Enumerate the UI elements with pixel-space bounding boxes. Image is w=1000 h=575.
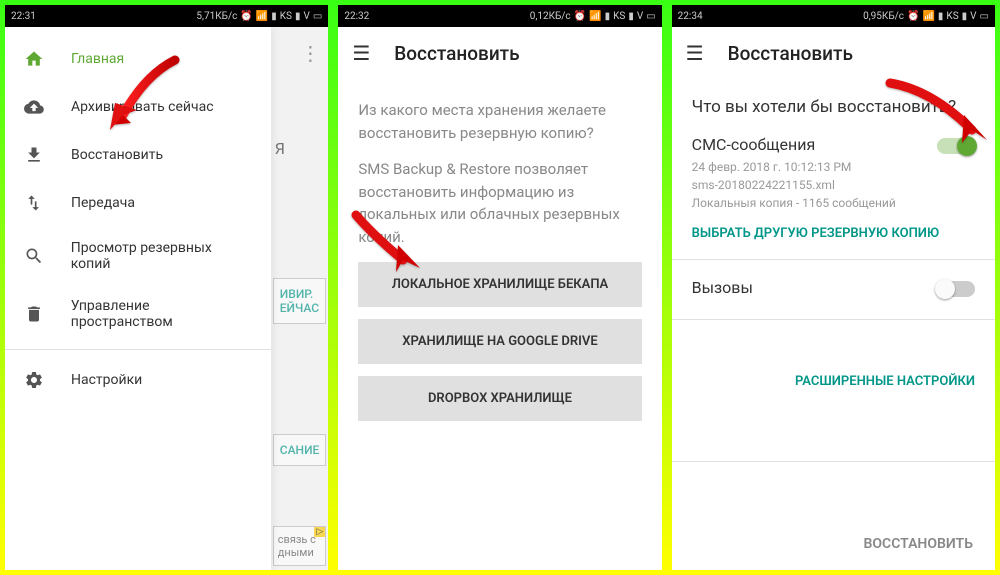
app-bar: ☰ Восстановить <box>672 27 995 79</box>
hamburger-icon[interactable]: ☰ <box>352 41 370 65</box>
signal2-icon: ▮ <box>295 11 301 22</box>
status-v: V <box>637 11 643 22</box>
page-title: Восстановить <box>728 42 853 65</box>
drawer-label: Архивировать сейчас <box>71 99 214 115</box>
advanced-settings-link[interactable]: РАСШИРЕННЫЕ НАСТРОЙКИ <box>795 374 975 389</box>
status-bar: 22:32 0,12КБ/с ⏰ 📶 ▮ KS ▮ V ▭ <box>338 5 661 27</box>
status-right: 0,95КБ/с ⏰ 📶 ▮ KS ▮ V ▭ <box>863 11 989 22</box>
wifi-icon: 📶 <box>589 11 601 22</box>
drawer-label: Главная <box>71 51 124 67</box>
screen-drawer: 22:31 5,71КБ/с ⏰ 📶 ▮ KS ▮ V ▭ Главная Ар… <box>0 0 333 575</box>
content: Из какого места хранения желаете восстан… <box>338 79 661 570</box>
restore-button[interactable]: ВОССТАНОВИТЬ <box>864 536 973 552</box>
signal-icon: ▮ <box>271 11 277 22</box>
status-carrier: KS <box>613 11 625 22</box>
drawer-item-home[interactable]: Главная <box>5 35 271 83</box>
drawer-backdrop: ⋮ Я ИВИР. ЕЙЧАС САНИЕ связь с дными ▷ <box>271 27 329 570</box>
sms-info: Локальныя копия - 1165 сообщений <box>692 194 937 212</box>
sms-title: СМС-сообщения <box>692 135 937 154</box>
prompt-text-2: SMS Backup & Restore позволяет восстанов… <box>358 158 641 248</box>
status-time: 22:34 <box>678 11 703 22</box>
status-speed: 5,71КБ/с <box>196 11 237 22</box>
drawer-item-restore[interactable]: Восстановить <box>5 131 271 179</box>
drawer-item-manage[interactable]: Управление пространством <box>5 285 271 343</box>
ad-close-icon[interactable]: ▷ <box>314 527 325 537</box>
status-carrier: KS <box>280 11 292 22</box>
status-bar: 22:34 0,95КБ/с ⏰ 📶 ▮ KS ▮ V ▭ <box>672 5 995 27</box>
hamburger-icon[interactable]: ☰ <box>686 41 704 65</box>
backdrop-card2: САНИЕ <box>273 434 327 466</box>
drawer-divider <box>5 349 271 350</box>
battery-icon: ▭ <box>646 11 655 22</box>
home-icon <box>23 48 45 70</box>
status-right: 5,71КБ/с ⏰ 📶 ▮ KS ▮ V ▭ <box>196 11 322 22</box>
prompt-text-1: Из какого места хранения желаете восстан… <box>358 99 641 144</box>
calls-row[interactable]: Вызовы <box>692 278 975 301</box>
calls-title: Вызовы <box>692 278 937 297</box>
battery-icon: ▭ <box>313 11 322 22</box>
screen-restore-select: 22:34 0,95КБ/с ⏰ 📶 ▮ KS ▮ V ▭ ☰ Восстано… <box>667 0 1000 575</box>
local-storage-button[interactable]: ЛОКАЛЬНОЕ ХРАНИЛИЩЕ БЕКАПА <box>358 262 641 307</box>
drawer-label: Настройки <box>71 372 142 388</box>
status-carrier: KS <box>946 11 958 22</box>
sms-file: sms-20180224221155.xml <box>692 176 937 194</box>
status-speed: 0,95КБ/с <box>863 11 904 22</box>
drawer-label: Просмотр резервных копий <box>71 240 253 272</box>
divider <box>672 461 995 462</box>
alarm-icon: ⏰ <box>907 11 919 22</box>
transfer-icon <box>23 192 45 214</box>
trash-icon <box>23 303 45 325</box>
signal2-icon: ▮ <box>628 11 634 22</box>
wifi-icon: 📶 <box>256 11 268 22</box>
app-bar: ☰ Восстановить <box>338 27 661 79</box>
status-v: V <box>970 11 976 22</box>
signal-icon: ▮ <box>938 11 944 22</box>
status-time: 22:32 <box>344 11 369 22</box>
drawer-item-transfer[interactable]: Передача <box>5 179 271 227</box>
backdrop-text: Я <box>271 79 329 158</box>
status-time: 22:31 <box>11 11 36 22</box>
google-drive-button[interactable]: ХРАНИЛИЩЕ НА GOOGLE DRIVE <box>358 319 641 364</box>
backdrop-card: ИВИР. ЕЙЧАС <box>273 278 327 324</box>
screen-restore-source: 22:32 0,12КБ/с ⏰ 📶 ▮ KS ▮ V ▭ ☰ Восстано… <box>333 0 666 575</box>
backdrop-ad: связь с дными ▷ <box>273 526 327 566</box>
dropbox-button[interactable]: DROPBOX ХРАНИЛИЩЕ <box>358 376 641 421</box>
search-icon <box>23 245 45 267</box>
sms-toggle[interactable] <box>937 138 975 154</box>
question-text: Что вы хотели бы восстановить? <box>692 97 975 117</box>
drawer-label: Передача <box>71 195 135 211</box>
cloud-upload-icon <box>23 96 45 118</box>
download-icon <box>23 144 45 166</box>
alarm-icon: ⏰ <box>574 11 586 22</box>
wifi-icon: 📶 <box>922 11 934 22</box>
battery-icon: ▭ <box>980 11 989 22</box>
page-title: Восстановить <box>394 42 519 65</box>
drawer-item-view[interactable]: Просмотр резервных копий <box>5 227 271 285</box>
status-right: 0,12КБ/с ⏰ 📶 ▮ KS ▮ V ▭ <box>530 11 656 22</box>
more-icon[interactable]: ⋮ <box>300 41 320 65</box>
drawer-item-settings[interactable]: Настройки <box>5 356 271 404</box>
calls-toggle[interactable] <box>937 281 975 297</box>
navigation-drawer[interactable]: Главная Архивировать сейчас Восстановить… <box>5 27 271 570</box>
alarm-icon: ⏰ <box>240 11 252 22</box>
sms-row[interactable]: СМС-сообщения 24 февр. 2018 г. 10:12:13 … <box>692 135 975 212</box>
content: Что вы хотели бы восстановить? СМС-сообщ… <box>672 79 995 570</box>
signal-icon: ▮ <box>605 11 611 22</box>
drawer-label: Восстановить <box>71 147 163 163</box>
status-speed: 0,12КБ/с <box>530 11 571 22</box>
gear-icon <box>23 369 45 391</box>
status-bar: 22:31 5,71КБ/с ⏰ 📶 ▮ KS ▮ V ▭ <box>5 5 328 27</box>
status-v: V <box>304 11 310 22</box>
drawer-item-archive[interactable]: Архивировать сейчас <box>5 83 271 131</box>
signal2-icon: ▮ <box>962 11 968 22</box>
sms-date: 24 февр. 2018 г. 10:12:13 PM <box>692 158 937 176</box>
drawer-label: Управление пространством <box>71 298 253 330</box>
choose-other-backup-link[interactable]: ВЫБРАТЬ ДРУГУЮ РЕЗЕРВНУЮ КОПИЮ <box>692 226 975 241</box>
